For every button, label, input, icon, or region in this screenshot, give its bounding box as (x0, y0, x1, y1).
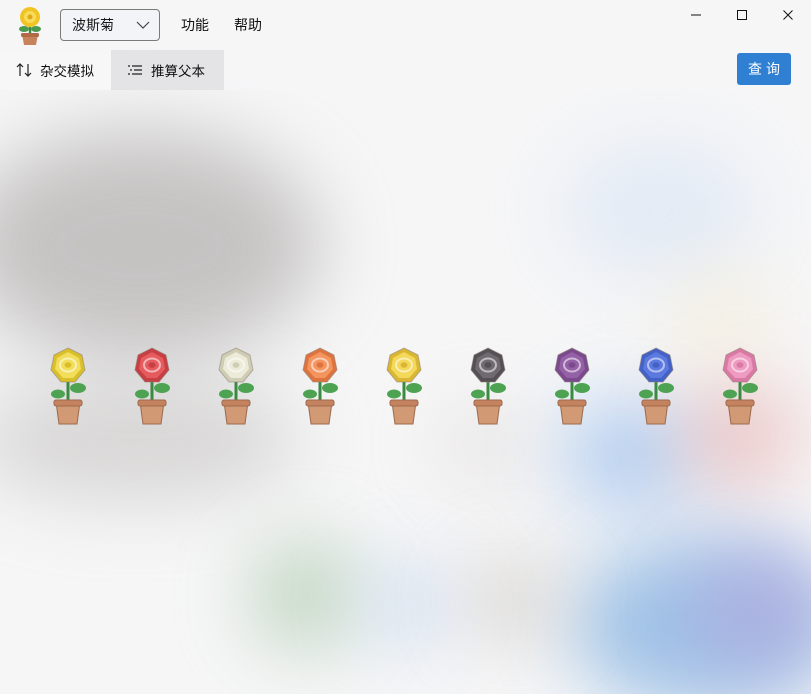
flower-pot-logo-icon (13, 4, 47, 46)
minimize-icon (690, 9, 702, 25)
flower-pot-white-icon[interactable] (210, 344, 262, 426)
plant-select-value: 波斯菊 (72, 18, 114, 34)
toolbar: 杂交模拟 推算父本 查询 (0, 50, 811, 90)
cross-simulate-button[interactable]: 杂交模拟 (0, 50, 111, 90)
flower-pot-gold-icon[interactable] (378, 344, 430, 426)
plant-select[interactable]: 波斯菊 (60, 9, 160, 41)
title-bar: 波斯菊 功能 帮助 (0, 0, 811, 50)
flower-pot-pink-icon[interactable] (714, 344, 766, 426)
minimize-button[interactable] (673, 0, 719, 33)
close-icon (782, 9, 794, 25)
flower-pot-orange-icon[interactable] (294, 344, 346, 426)
maximize-button[interactable] (719, 0, 765, 33)
list-icon (126, 61, 144, 79)
flower-pot-red-icon[interactable] (126, 344, 178, 426)
cross-simulate-label: 杂交模拟 (40, 64, 94, 80)
query-button[interactable]: 查询 (737, 53, 791, 85)
menu-function[interactable]: 功能 (181, 15, 209, 35)
flower-pot-black-icon[interactable] (462, 344, 514, 426)
swap-vertical-icon (15, 61, 33, 79)
query-label: 查询 (748, 62, 784, 78)
menu-help[interactable]: 帮助 (234, 15, 262, 35)
maximize-icon (736, 9, 748, 25)
flower-pot-purple-icon[interactable] (546, 344, 598, 426)
flower-pot-yellow-icon[interactable] (42, 344, 94, 426)
close-button[interactable] (765, 0, 811, 33)
flower-pot-blue-icon[interactable] (630, 344, 682, 426)
infer-parents-label: 推算父本 (151, 64, 205, 80)
chevron-down-icon (136, 19, 150, 31)
infer-parents-button[interactable]: 推算父本 (111, 50, 224, 90)
flower-row (0, 340, 811, 430)
